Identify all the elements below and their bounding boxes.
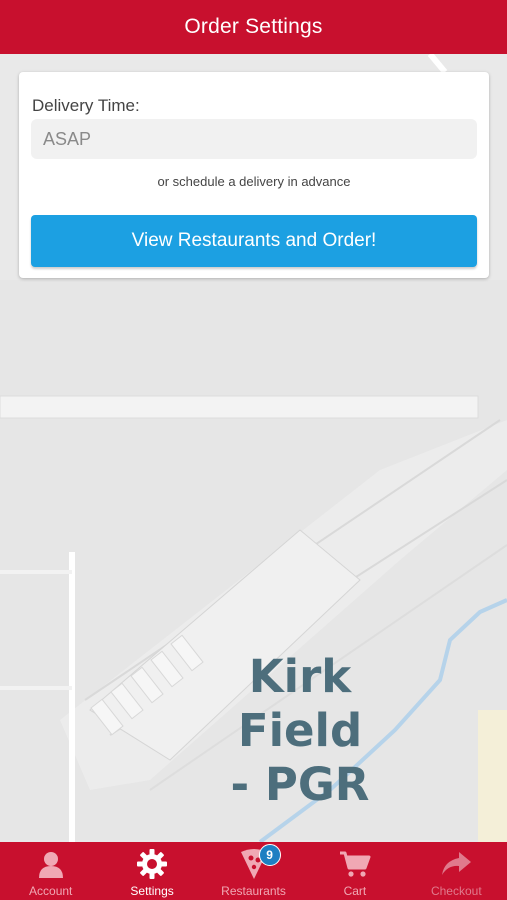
delivery-time-field[interactable]: ASAP <box>31 119 477 159</box>
schedule-delivery-link[interactable]: or schedule a delivery in advance <box>19 174 489 189</box>
tab-settings[interactable]: Settings <box>101 842 202 900</box>
tab-restaurants[interactable]: 9 Restaurants <box>203 842 304 900</box>
tab-settings-label: Settings <box>130 884 174 898</box>
tab-account[interactable]: Account <box>0 842 101 900</box>
delivery-time-value: ASAP <box>43 128 92 149</box>
gear-icon <box>134 846 170 882</box>
tab-cart-label: Cart <box>343 884 367 898</box>
order-settings-card: Delivery Time: ASAP or schedule a delive… <box>19 72 489 278</box>
tab-cart[interactable]: Cart <box>304 842 405 900</box>
tab-restaurants-label: Restaurants <box>221 884 286 898</box>
tab-account-label: Account <box>29 884 73 898</box>
delivery-time-label: Delivery Time: <box>32 96 140 115</box>
bottom-tab-bar: Account Settings 9 Restaurants Cart Chec… <box>0 842 507 900</box>
cart-icon <box>337 846 373 882</box>
app-header: Order Settings <box>0 0 507 54</box>
restaurants-count-badge: 9 <box>258 844 281 866</box>
map-place-label: Kirk Field - PGR <box>230 650 370 811</box>
tab-checkout[interactable]: Checkout <box>406 842 507 900</box>
page-title: Order Settings <box>184 15 323 38</box>
tab-checkout-label: Checkout <box>430 884 482 898</box>
view-restaurants-button[interactable]: View Restaurants and Order! <box>31 215 477 267</box>
share-arrow-icon <box>438 846 474 882</box>
user-icon <box>33 846 69 882</box>
